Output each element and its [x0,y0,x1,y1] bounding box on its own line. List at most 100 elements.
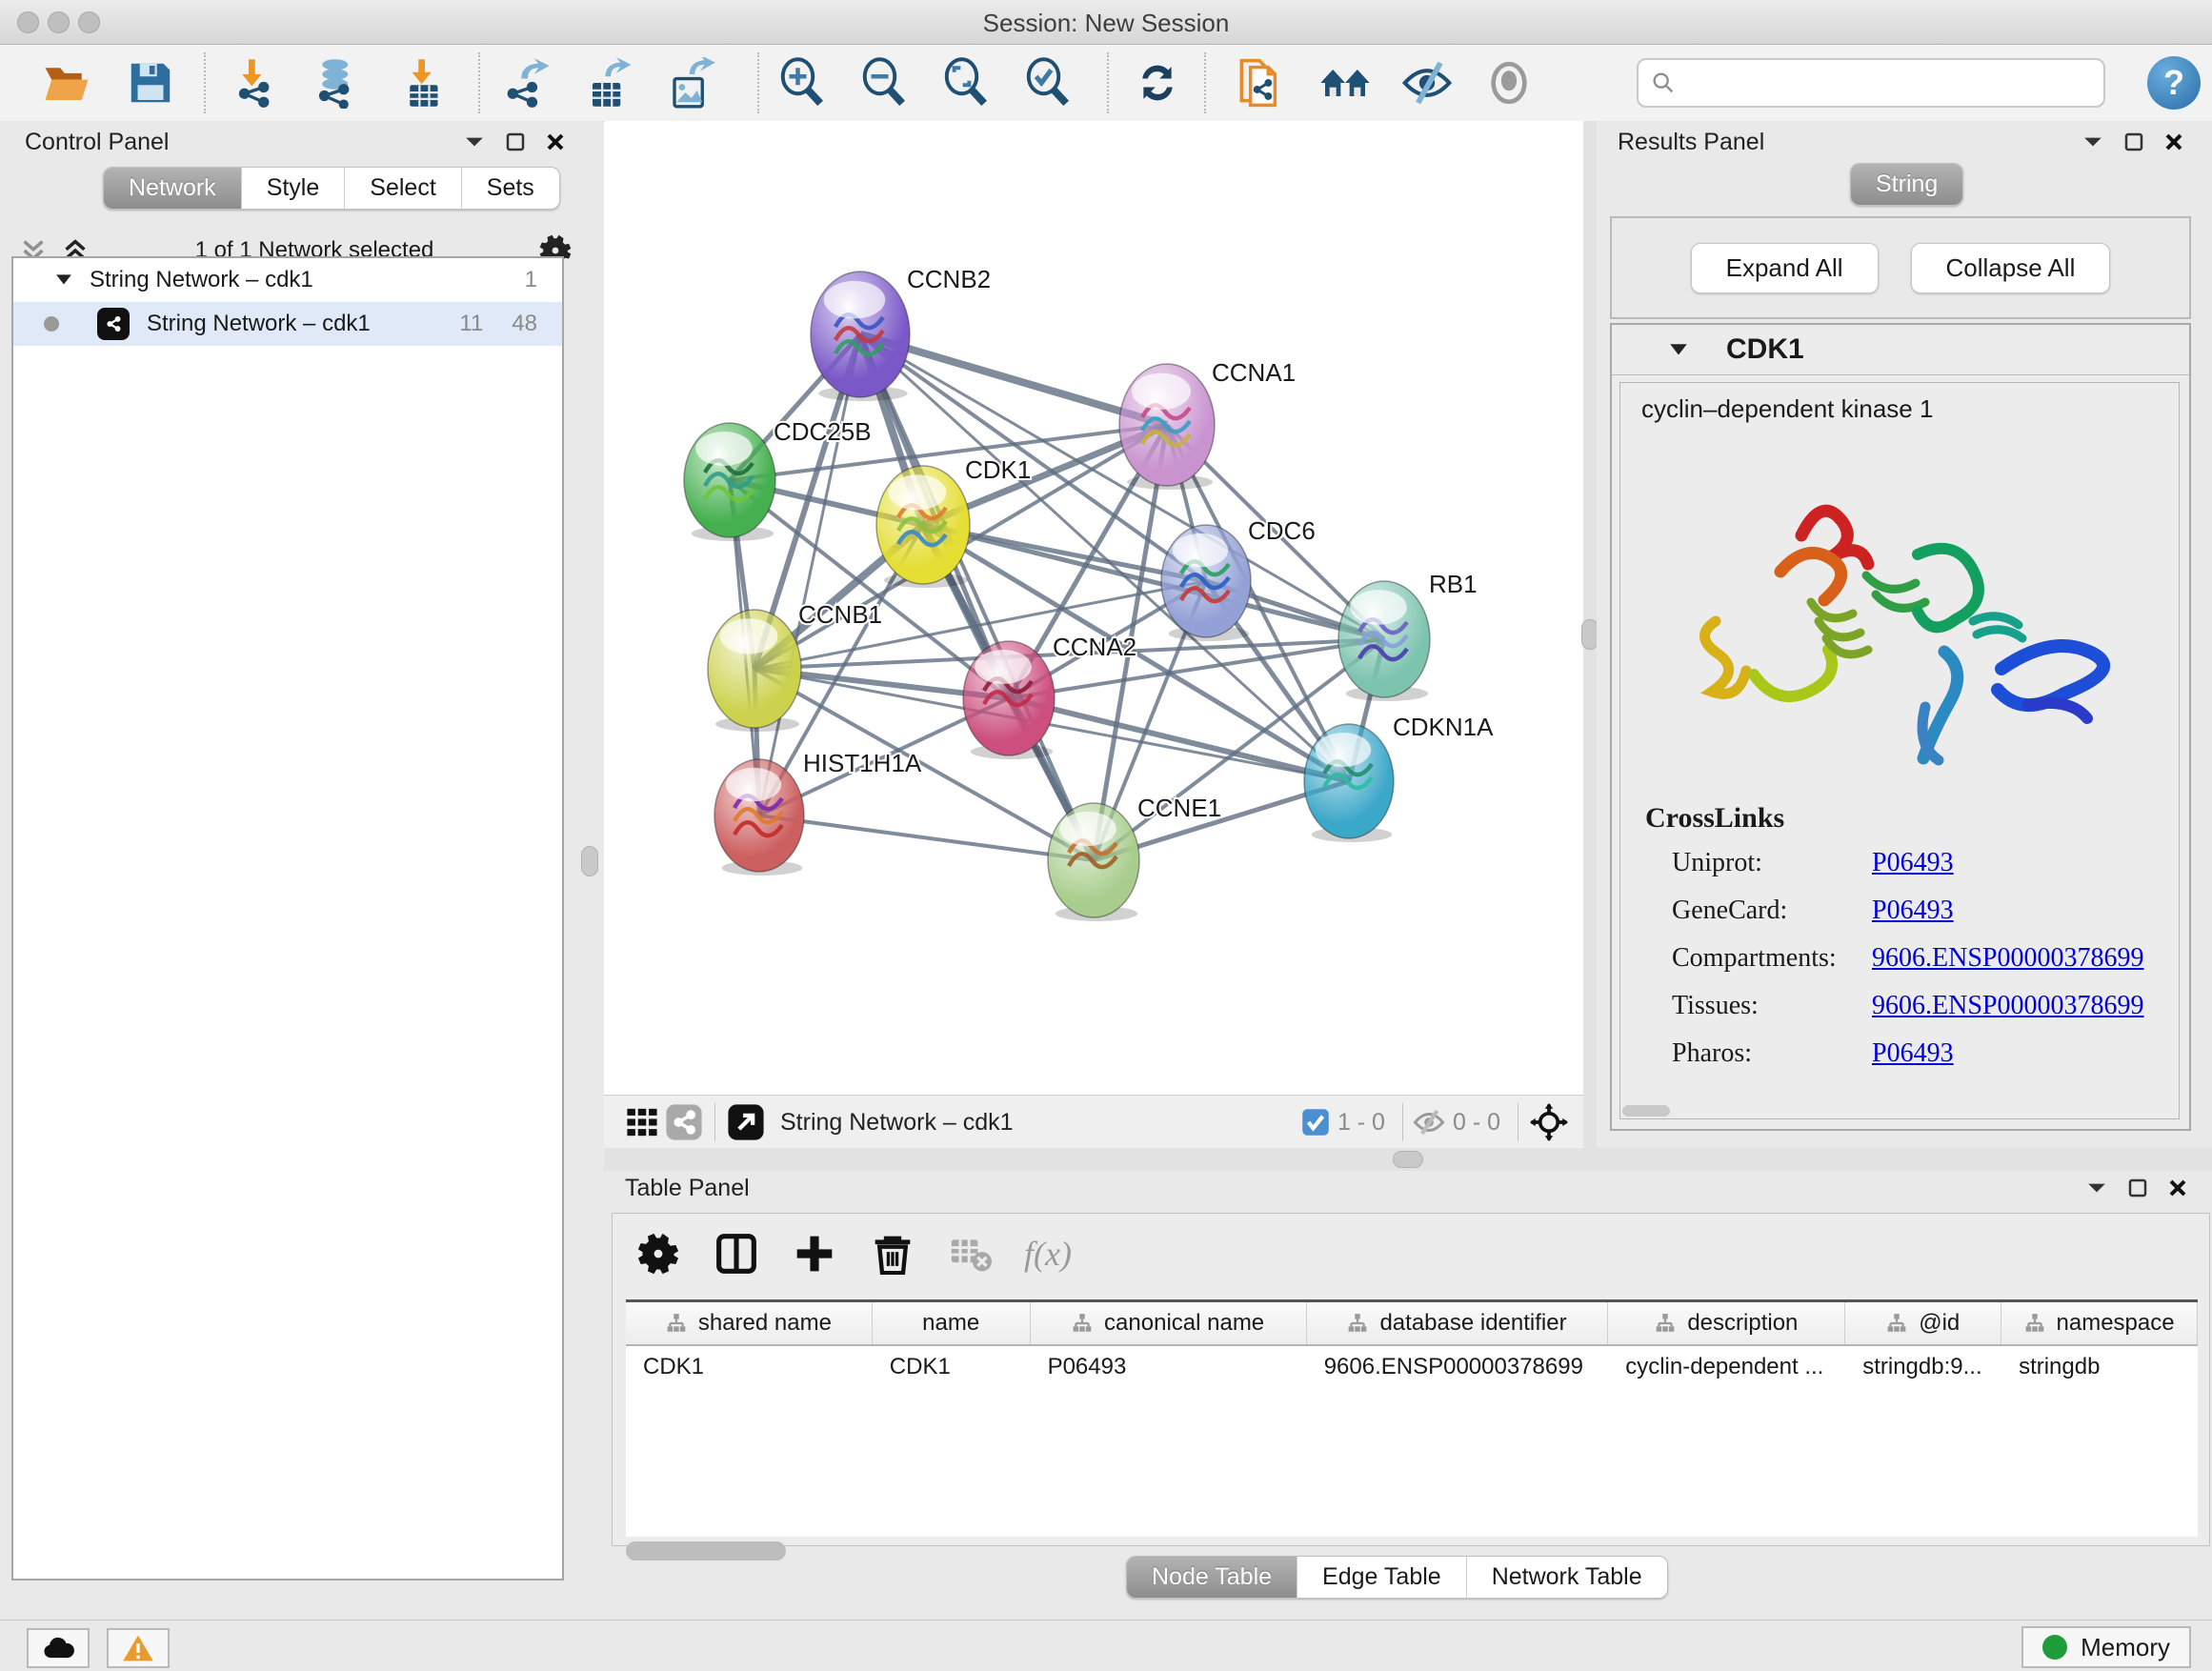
table-row[interactable]: CDK1CDK1P064939606.ENSP00000378699cyclin… [626,1346,2198,1388]
zoom-selected-icon[interactable] [1019,54,1076,111]
close-panel-icon[interactable] [546,132,565,151]
collapse-all-button[interactable]: Collapse All [1911,243,2111,293]
export-table-icon[interactable] [581,54,638,111]
column-header-name[interactable]: name [873,1302,1031,1344]
column-header-shared-name[interactable]: shared name [626,1302,873,1344]
help-icon[interactable]: ? [2147,56,2201,110]
node-CDC25B[interactable]: CDC25B [684,417,872,541]
results-panel-title: Results Panel [1618,129,1764,156]
tab-network[interactable]: Network [104,168,242,209]
save-session-icon[interactable] [122,54,179,111]
tab-select[interactable]: Select [345,168,461,209]
panel-menu-icon[interactable] [2086,1181,2107,1195]
open-session-icon[interactable] [38,54,95,111]
float-panel-icon[interactable] [506,132,525,151]
delete-column-icon[interactable] [868,1229,917,1278]
memory-button[interactable]: Memory [2021,1626,2191,1668]
export-network-icon[interactable] [499,54,556,111]
table-cell[interactable]: CDK1 [626,1346,873,1388]
section-expander-icon[interactable] [1669,343,1688,357]
network-canvas[interactable]: CCNB2CCNA1CDC25BCDK1CDC6RB1CCNB1CCNA2CDK… [604,121,1583,1095]
selected-checkbox-icon[interactable] [1301,1108,1330,1137]
network-view-share-icon[interactable] [663,1103,705,1141]
edge-CCNB2-HIST1H1A[interactable] [759,334,860,815]
zoom-in-icon[interactable] [774,54,831,111]
table-cell[interactable]: stringdb:9... [1845,1346,2001,1388]
edge-CCNB2-CCNE1[interactable] [860,334,1094,860]
cloud-status-button[interactable] [27,1628,90,1668]
grid-view-icon[interactable] [621,1103,663,1141]
warnings-button[interactable] [107,1628,170,1668]
network-row-selected[interactable]: String Network – cdk1 11 48 [13,302,562,346]
import-network-file-icon[interactable] [229,54,286,111]
left-splitter-handle[interactable] [581,846,598,876]
tab-sets[interactable]: Sets [462,168,559,209]
tab-edge-table[interactable]: Edge Table [1297,1557,1467,1598]
table-hscroll-thumb[interactable] [626,1541,786,1560]
float-panel-icon[interactable] [2128,1178,2147,1198]
node-CCNB1[interactable]: CCNB1 [708,600,882,732]
network-collection-row[interactable]: String Network – cdk1 1 [13,258,562,302]
create-column-icon[interactable] [790,1229,839,1278]
node-HIST1H1A[interactable]: HIST1H1A [714,749,922,876]
close-panel-icon[interactable] [2164,132,2183,151]
panel-menu-icon[interactable] [2082,135,2103,149]
table-cell[interactable]: 9606.ENSP00000378699 [1307,1346,1609,1388]
node-RB1[interactable]: RB1 [1338,570,1478,701]
panel-menu-icon[interactable] [464,135,485,149]
crosslink-link[interactable]: P06493 [1872,848,1954,878]
table-cell[interactable]: cyclin-dependent ... [1608,1346,1845,1388]
cdk1-section-header[interactable]: CDK1 [1612,325,2189,375]
node-CCNB2[interactable]: CCNB2 [811,265,991,401]
zoom-out-icon[interactable] [855,54,913,111]
tab-style[interactable]: Style [242,168,346,209]
column-header-namespace[interactable]: namespace [2001,1302,2198,1344]
hide-selected-icon[interactable] [1398,54,1456,111]
float-panel-icon[interactable] [2124,132,2143,151]
tree-expander-icon[interactable] [55,273,72,287]
crosslink-row: Pharos:P06493 [1672,1038,2143,1069]
delete-table-icon [946,1229,995,1278]
edge-HIST1H1A-CCNE1[interactable] [759,815,1094,860]
table-cell[interactable]: P06493 [1031,1346,1307,1388]
clone-network-icon[interactable] [1231,54,1288,111]
tab-string[interactable]: String [1851,164,1962,205]
import-network-database-icon[interactable] [309,54,366,111]
column-header-database-identifier[interactable]: database identifier [1307,1302,1609,1344]
node-CDK1[interactable]: CDK1 [876,455,1031,588]
zoom-fit-icon[interactable] [937,54,995,111]
results-hscroll-thumb[interactable] [1622,1105,1670,1117]
close-panel-icon[interactable] [2168,1178,2187,1198]
show-all-icon[interactable] [1480,54,1538,111]
node-CCNE1[interactable]: CCNE1 [1048,794,1221,921]
table-cell[interactable]: CDK1 [873,1346,1031,1388]
crosslink-link[interactable]: 9606.ENSP00000378699 [1872,991,2143,1021]
network-edges[interactable] [730,334,1384,860]
toolbar-search-box[interactable] [1637,58,2105,108]
node-CCNA2[interactable]: CCNA2 [963,633,1136,759]
fit-selected-crosshair-icon[interactable] [1528,1103,1570,1141]
column-header-canonical-name[interactable]: canonical name [1031,1302,1307,1344]
node-CDKN1A[interactable]: CDKN1A [1304,713,1494,842]
crosslink-link[interactable]: P06493 [1872,1038,1954,1069]
export-image-icon[interactable] [663,54,720,111]
import-table-icon[interactable] [396,54,453,111]
bottom-splitter-handle[interactable] [1393,1151,1423,1168]
table-options-gear-icon[interactable] [633,1229,683,1278]
column-header-description[interactable]: description [1608,1302,1845,1344]
home-networks-icon[interactable] [1317,54,1374,111]
crosslink-link[interactable]: 9606.ENSP00000378699 [1872,943,2143,974]
column-header-@id[interactable]: @id [1845,1302,2001,1344]
string-network-graph[interactable]: CCNB2CCNA1CDC25BCDK1CDC6RB1CCNB1CCNA2CDK… [604,121,1583,1095]
crosslink-link[interactable]: P06493 [1872,896,1954,926]
search-input[interactable] [1677,69,2103,97]
refresh-icon[interactable] [1129,54,1186,111]
tab-network-table[interactable]: Network Table [1467,1557,1667,1598]
expand-all-button[interactable]: Expand All [1691,243,1879,293]
table-cell[interactable]: stringdb [2001,1346,2198,1388]
crosslink-row: Uniprot:P06493 [1672,848,2143,878]
show-columns-icon[interactable] [712,1229,761,1278]
node-CCNA1[interactable]: CCNA1 [1119,358,1296,490]
birdseye-view-icon[interactable] [725,1103,767,1141]
tab-node-table[interactable]: Node Table [1127,1557,1297,1598]
